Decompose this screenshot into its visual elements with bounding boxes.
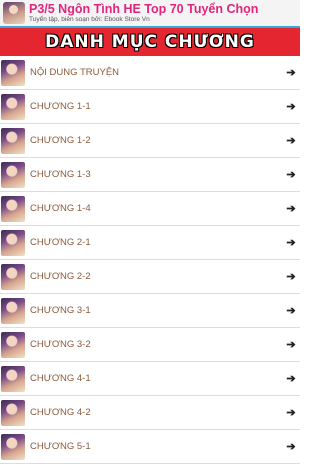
chapter-row[interactable]: CHƯƠNG 1-2 ➔ xyxy=(0,124,300,158)
chapter-row[interactable]: CHƯƠNG 4-1 ➔ xyxy=(0,362,300,396)
app-subtitle: Tuyển tập, biên soạn bởi: Ebook Store Vn xyxy=(29,16,150,23)
chapter-label: CHƯƠNG 3-1 xyxy=(30,305,91,316)
chapter-label: CHƯƠNG 2-1 xyxy=(30,237,91,248)
chapter-row[interactable]: CHƯƠNG 1-1 ➔ xyxy=(0,90,300,124)
chapter-thumbnail-icon xyxy=(1,127,25,154)
chapter-thumbnail-icon xyxy=(1,263,25,290)
chapter-row[interactable]: CHƯƠNG 2-2 ➔ xyxy=(0,260,300,294)
app-title: P3/5 Ngôn Tình HE Top 70 Tuyển Chọn xyxy=(29,1,259,16)
chapter-label: NỘI DUNG TRUYỆN xyxy=(30,67,120,78)
chapter-row[interactable]: CHƯƠNG 4-2 ➔ xyxy=(0,396,300,430)
chapter-thumbnail-icon xyxy=(1,331,25,358)
app-header: P3/5 Ngôn Tình HE Top 70 Tuyển Chọn Tuyể… xyxy=(0,0,300,28)
chapter-label: CHƯƠNG 1-1 xyxy=(30,101,91,112)
chapter-label: CHƯƠNG 2-2 xyxy=(30,271,91,282)
app-book-cover-icon[interactable] xyxy=(3,2,25,24)
chapter-label: CHƯƠNG 3-2 xyxy=(30,339,91,350)
chapter-thumbnail-icon xyxy=(1,399,25,426)
chapter-label: CHƯƠNG 4-2 xyxy=(30,407,91,418)
arrow-right-icon[interactable]: ➔ xyxy=(284,100,298,113)
chapter-thumbnail-icon xyxy=(1,195,25,222)
chapter-label: CHƯƠNG 1-3 xyxy=(30,169,91,180)
chapter-label: CHƯƠNG 1-4 xyxy=(30,203,91,214)
arrow-right-icon[interactable]: ➔ xyxy=(284,134,298,147)
arrow-right-icon[interactable]: ➔ xyxy=(284,236,298,249)
chapter-thumbnail-icon xyxy=(1,365,25,392)
chapter-row[interactable]: NỘI DUNG TRUYỆN ➔ xyxy=(0,56,300,90)
chapter-label: CHƯƠNG 5-1 xyxy=(30,441,91,452)
arrow-right-icon[interactable]: ➔ xyxy=(284,338,298,351)
header-text: P3/5 Ngôn Tình HE Top 70 Tuyển Chọn Tuyể… xyxy=(29,1,259,24)
chapter-label: CHƯƠNG 1-2 xyxy=(30,135,91,146)
chapter-thumbnail-icon xyxy=(1,297,25,324)
chapter-row[interactable]: CHƯƠNG 1-3 ➔ xyxy=(0,158,300,192)
arrow-right-icon[interactable]: ➔ xyxy=(284,440,298,453)
chapter-thumbnail-icon xyxy=(1,433,25,460)
arrow-right-icon[interactable]: ➔ xyxy=(284,372,298,385)
chapter-label: CHƯƠNG 4-1 xyxy=(30,373,91,384)
chapter-thumbnail-icon xyxy=(1,229,25,256)
arrow-right-icon[interactable]: ➔ xyxy=(284,406,298,419)
chapter-row[interactable]: CHƯƠNG 1-4 ➔ xyxy=(0,192,300,226)
arrow-right-icon[interactable]: ➔ xyxy=(284,66,298,79)
arrow-right-icon[interactable]: ➔ xyxy=(284,168,298,181)
chapter-row[interactable]: CHƯƠNG 3-1 ➔ xyxy=(0,294,300,328)
chapter-row[interactable]: CHƯƠNG 5-1 ➔ xyxy=(0,430,300,464)
chapter-thumbnail-icon xyxy=(1,161,25,188)
arrow-right-icon[interactable]: ➔ xyxy=(284,270,298,283)
chapter-row[interactable]: CHƯƠNG 3-2 ➔ xyxy=(0,328,300,362)
chapter-row[interactable]: CHƯƠNG 2-1 ➔ xyxy=(0,226,300,260)
arrow-right-icon[interactable]: ➔ xyxy=(284,202,298,215)
chapter-thumbnail-icon xyxy=(1,59,25,86)
chapter-list-banner: DANH MỤC CHƯƠNG xyxy=(0,28,300,56)
arrow-right-icon[interactable]: ➔ xyxy=(284,304,298,317)
chapter-list: NỘI DUNG TRUYỆN ➔ CHƯƠNG 1-1 ➔ CHƯƠNG 1-2 ➔ CH… xyxy=(0,56,300,464)
chapter-thumbnail-icon xyxy=(1,93,25,120)
